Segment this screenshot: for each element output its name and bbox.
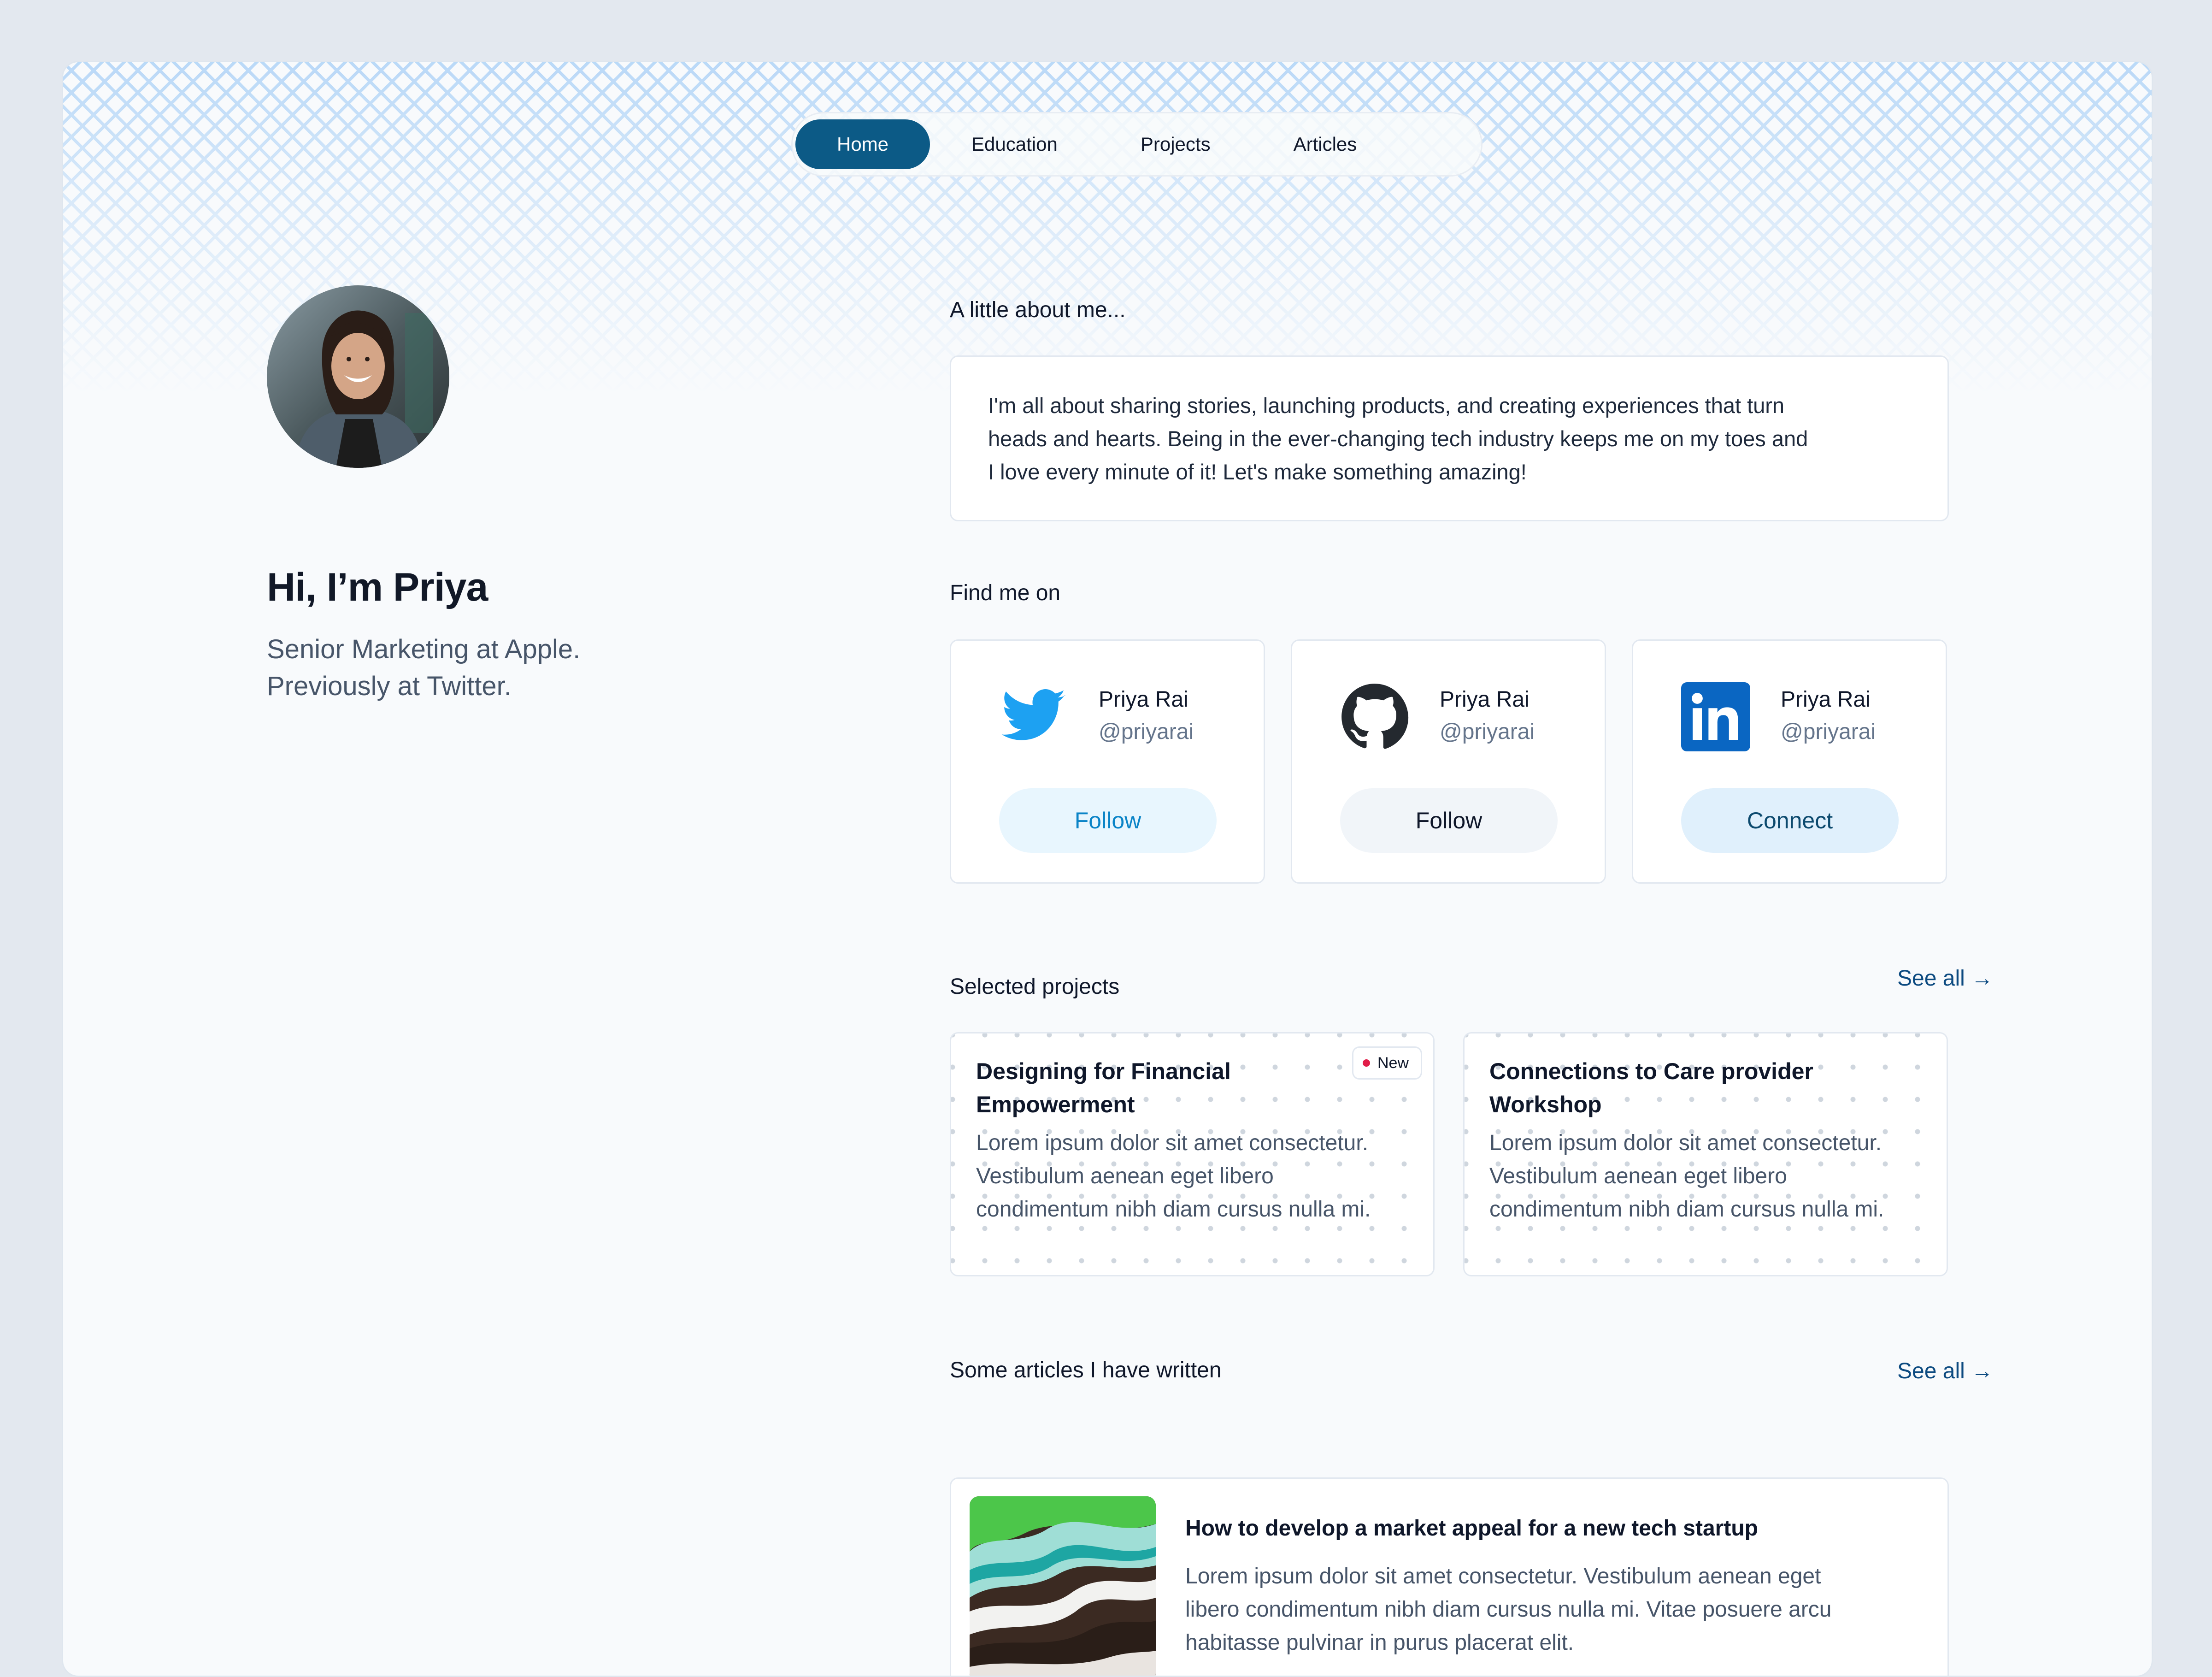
social-heading: Find me on [950,581,1061,605]
articles-see-all-link[interactable]: See all → [1897,1358,1993,1384]
profile-bio-line2: Previously at Twitter. [267,671,512,701]
social-handle: @priyarai [1781,720,1876,744]
social-handle: @priyarai [1099,720,1194,744]
about-line: heads and hearts. Being in the ever-chan… [988,426,1808,451]
profile-bio-line1: Senior Marketing at Apple. [267,634,581,664]
article-desc-line: habitasse pulvinar in purus placerat eli… [1185,1630,1574,1655]
project-title-line: Designing for Financial [976,1058,1231,1084]
about-box: I'm all about sharing stories, launching… [950,355,1949,521]
project-title-line: Workshop [1489,1092,1602,1117]
nav-bar: Home Education Projects Articles [791,112,1483,177]
project-desc-line: Lorem ipsum dolor sit amet consectetur. [976,1131,1369,1155]
social-card-linkedin: Priya Rai @priyarai Connect [1632,639,1947,884]
about-line: I love every minute of it! Let's make so… [988,460,1527,484]
badge-dot-icon [1363,1059,1370,1067]
projects-heading: Selected projects [950,974,1120,999]
project-description: Lorem ipsum dolor sit amet consectetur. … [1489,1127,1932,1226]
project-description: Lorem ipsum dolor sit amet consectetur. … [976,1127,1418,1226]
project-desc-line: Lorem ipsum dolor sit amet consectetur. [1489,1131,1882,1155]
project-desc-line: Vestibulum aenean eget libero [976,1164,1274,1188]
github-follow-button[interactable]: Follow [1340,788,1558,853]
linkedin-connect-button[interactable]: Connect [1681,788,1899,853]
social-handle: @priyarai [1440,720,1535,744]
social-name: Priya Rai [1099,687,1188,712]
nav-item-home[interactable]: Home [795,119,930,169]
nav-item-projects[interactable]: Projects [1099,119,1252,169]
article-desc-line: Lorem ipsum dolor sit amet consectetur. … [1185,1564,1821,1588]
linkedin-icon [1681,682,1750,751]
social-name: Priya Rai [1781,687,1871,712]
project-card[interactable]: New Designing for Financial Empowerment … [950,1032,1435,1276]
social-card-twitter: Priya Rai @priyarai Follow [950,639,1265,884]
project-card[interactable]: Connections to Care provider Workshop Lo… [1463,1032,1948,1276]
article-desc-line: libero condimentum nibh diam cursus null… [1185,1597,1832,1622]
about-line: I'm all about sharing stories, launching… [988,393,1785,418]
project-title: Connections to Care provider Workshop [1489,1055,1858,1121]
social-card-github: Priya Rai @priyarai Follow [1291,639,1606,884]
page-frame: Home Education Projects Articles Hi, I’m… [62,61,2153,1677]
project-desc-line: condimentum nibh diam cursus nulla mi. [1489,1197,1884,1222]
article-card[interactable]: How to develop a market appeal for a new… [950,1477,1949,1676]
badge-label: New [1377,1054,1409,1072]
project-title: Designing for Financial Empowerment [976,1055,1345,1121]
profile-greeting: Hi, I’m Priya [267,565,488,609]
nav-item-articles[interactable]: Articles [1252,119,1399,169]
projects-see-all-link[interactable]: See all → [1897,966,1993,991]
social-name: Priya Rai [1440,687,1530,712]
article-title: How to develop a market appeal for a new… [1185,1516,1758,1541]
articles-heading: Some articles I have written [950,1358,1222,1382]
github-icon [1340,682,1409,751]
twitter-icon [999,682,1068,751]
about-heading: A little about me... [950,298,1126,322]
project-title-line: Connections to Care provider [1489,1058,1813,1084]
avatar [267,285,449,468]
article-thumbnail [970,1496,1156,1676]
new-badge: New [1352,1046,1423,1080]
project-desc-line: condimentum nibh diam cursus nulla mi. [976,1197,1371,1222]
twitter-follow-button[interactable]: Follow [999,788,1217,853]
project-title-line: Empowerment [976,1092,1135,1117]
nav-item-education[interactable]: Education [930,119,1099,169]
project-desc-line: Vestibulum aenean eget libero [1489,1164,1787,1188]
article-description: Lorem ipsum dolor sit amet consectetur. … [1185,1560,1904,1659]
